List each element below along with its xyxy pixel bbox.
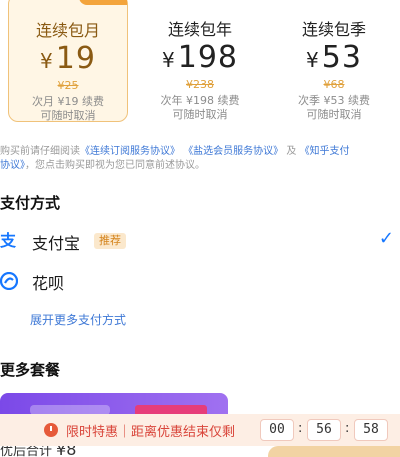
order-total: 优后合计 ¥8 <box>0 446 76 457</box>
agreement-prefix: 购买前请仔细阅读 <box>0 146 80 157</box>
agreement-line-1: 购买前请仔细阅读《连续订阅服务协议》 《盐选会员服务协议》 及 《知乎支付 <box>0 145 400 159</box>
membership-agreement-link[interactable]: 《盐选会员服务协议》 <box>183 146 283 157</box>
clock-icon <box>44 423 58 437</box>
more-payment-methods-link[interactable]: 展开更多支付方式 <box>30 311 126 328</box>
subscription-agreement-link[interactable]: 《连续订阅服务协议》 <box>80 146 180 157</box>
plan-price-value: 198 <box>177 40 238 75</box>
plan-card-monthly[interactable]: 连续包月 ¥19 ¥25 次月 ¥19 续费 可随时取消 <box>8 0 128 122</box>
payment-section-title: 支付方式 <box>0 194 61 212</box>
plan-title: 连续包季 <box>301 20 366 39</box>
plan-price: ¥53 <box>272 40 396 75</box>
plan-price-value: 53 <box>321 40 362 75</box>
plan-price: ¥19 <box>9 41 127 76</box>
plan-currency: ¥ <box>306 48 320 72</box>
checkout-bar: 优后合计 ¥8 <box>0 446 400 457</box>
more-plans-title: 更多套餐 <box>0 361 61 379</box>
recommended-badge: 推荐 <box>94 233 126 249</box>
promo-timer-bar: 限时特惠｜距离优惠结束仅剩 00 : 56 : 58 <box>0 414 400 446</box>
plan-cancel-note: 可随时取消 <box>172 108 228 121</box>
plan-currency: ¥ <box>40 49 54 73</box>
plan-price: ¥198 <box>140 40 260 75</box>
check-icon: ✓ <box>378 228 394 249</box>
timer-separator: : <box>345 421 350 436</box>
promo-timer-label: 限时特惠｜距离优惠结束仅剩 <box>66 425 236 440</box>
plan-currency: ¥ <box>162 48 176 72</box>
payment-agreement-link[interactable]: 《知乎支付 <box>300 146 350 157</box>
agreement-text: 购买前请仔细阅读《连续订阅服务协议》 《盐选会员服务协议》 及 《知乎支付 协议… <box>0 145 400 173</box>
plan-card-yearly[interactable]: 连续包年 ¥198 ¥238 次年 ¥198 续费 可随时取消 <box>140 0 260 122</box>
agreement-line-2: 协议》，您点击购买即视为您已同意前述协议。 <box>0 159 400 173</box>
timer-separator: : <box>298 421 303 436</box>
payment-method-huabei[interactable]: 花呗 <box>0 268 400 296</box>
plan-cancel-note: 可随时取消 <box>40 109 96 122</box>
alipay-icon: 支 <box>0 231 17 250</box>
timer-seconds: 58 <box>354 419 388 441</box>
timer-minutes: 56 <box>307 419 341 441</box>
plan-title: 连续包月 <box>35 21 100 40</box>
timer-hours: 00 <box>260 419 294 441</box>
huabei-icon <box>0 271 19 291</box>
plan-original-price: ¥68 <box>323 78 345 91</box>
plan-cancel-note: 可随时取消 <box>306 108 362 121</box>
payment-method-label: 花呗 <box>32 274 65 293</box>
plan-original-price: ¥25 <box>57 79 79 92</box>
plan-badge <box>79 0 127 5</box>
payment-method-alipay[interactable]: 支 支付宝 推荐 ✓ <box>0 228 400 256</box>
plan-price-value: 19 <box>55 41 96 76</box>
payment-method-label: 支付宝 <box>32 234 81 253</box>
agreement-and: 及 <box>286 146 297 157</box>
plan-original-price: ¥238 <box>186 78 214 91</box>
plan-cards: 连续包月 ¥19 ¥25 次月 ¥19 续费 可随时取消 连续包年 ¥198 ¥… <box>0 0 400 130</box>
plan-card-quarterly[interactable]: 连续包季 ¥53 ¥68 次季 ¥53 续费 可随时取消 <box>272 0 396 122</box>
order-total-amount: ¥8 <box>56 446 77 457</box>
plan-title: 连续包年 <box>167 20 232 39</box>
huabei-icon-svg <box>0 271 19 291</box>
agreement-suffix: ，您点击购买即视为您已同意前述协议。 <box>25 160 205 171</box>
pay-button[interactable] <box>268 446 400 457</box>
order-total-label: 优后合计 <box>0 446 53 457</box>
payment-agreement-link-cont[interactable]: 协议》 <box>0 160 25 171</box>
